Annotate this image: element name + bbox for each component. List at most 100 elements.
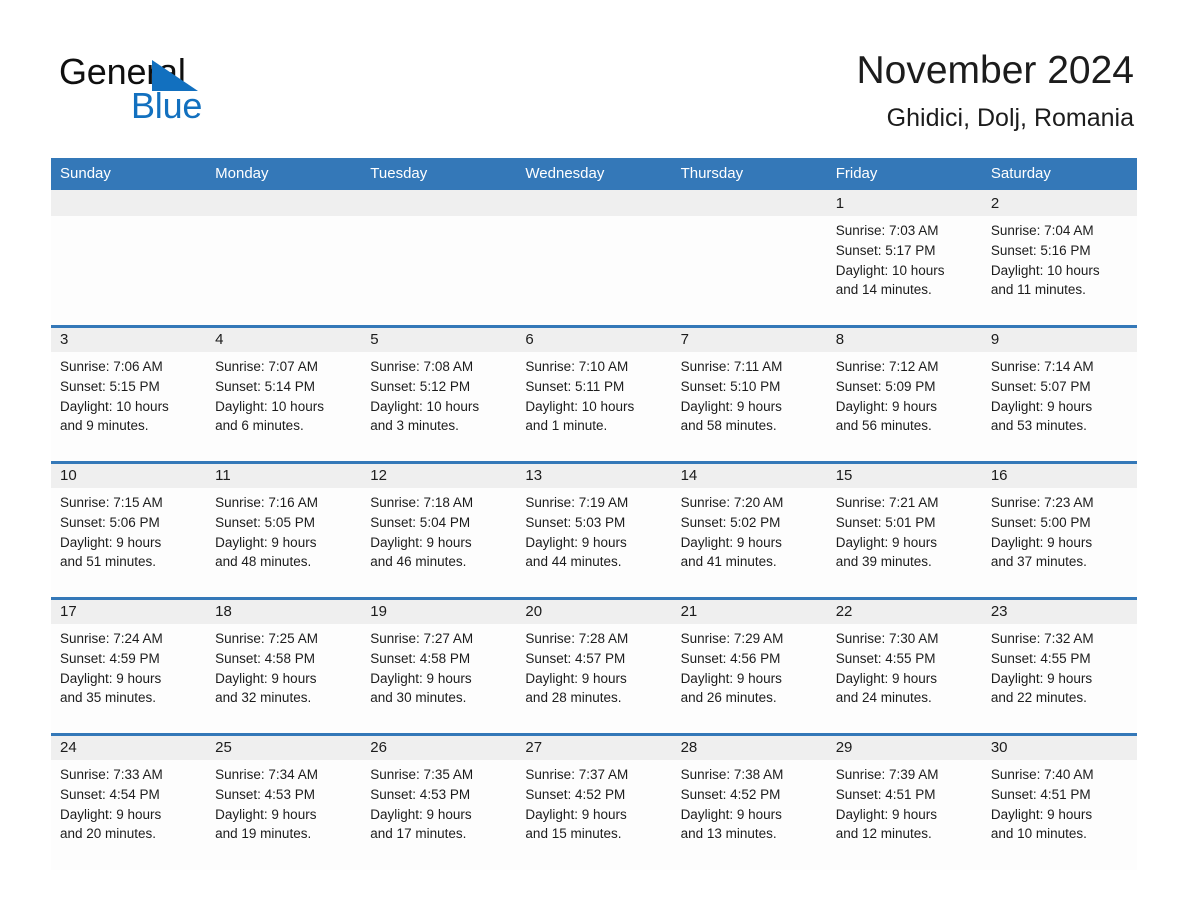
- sunrise-text: Sunrise: 7:04 AM: [990, 223, 1094, 238]
- day-cell[interactable]: Sunrise: 7:19 AM Sunset: 5:03 PM Dayligh…: [516, 488, 672, 598]
- day-number[interactable]: 23: [981, 596, 1137, 624]
- day-cell[interactable]: Sunrise: 7:27 AM Sunset: 4:58 PM Dayligh…: [361, 624, 517, 734]
- day-number[interactable]: 12: [361, 460, 517, 488]
- day-number[interactable]: 30: [981, 732, 1137, 760]
- day-number[interactable]: 2: [981, 190, 1137, 216]
- sunrise-text: Sunrise: 7:25 AM: [215, 631, 318, 646]
- day-number[interactable]: 20: [516, 596, 672, 624]
- day-number[interactable]: 4: [206, 324, 362, 352]
- day-cell[interactable]: [206, 216, 362, 326]
- day-cell[interactable]: Sunrise: 7:38 AM Sunset: 4:52 PM Dayligh…: [671, 760, 827, 870]
- day-cell[interactable]: Sunrise: 7:23 AM Sunset: 5:00 PM Dayligh…: [981, 488, 1137, 598]
- day-cell[interactable]: Sunrise: 7:34 AM Sunset: 4:53 PM Dayligh…: [206, 760, 362, 870]
- day-cell[interactable]: Sunrise: 7:20 AM Sunset: 5:02 PM Dayligh…: [671, 488, 827, 598]
- day-number[interactable]: 16: [981, 460, 1137, 488]
- sunrise-text: Sunrise: 7:32 AM: [990, 631, 1094, 646]
- day-cell[interactable]: Sunrise: 7:12 AM Sunset: 5:09 PM Dayligh…: [826, 352, 982, 462]
- day-cell[interactable]: Sunrise: 7:18 AM Sunset: 5:04 PM Dayligh…: [361, 488, 517, 598]
- sunset-text: Sunset: 5:01 PM: [835, 514, 936, 530]
- day-number[interactable]: 5: [361, 324, 517, 352]
- sunrise-text: Sunrise: 7:10 AM: [525, 359, 629, 374]
- day-cell[interactable]: Sunrise: 7:28 AM Sunset: 4:57 PM Dayligh…: [516, 624, 672, 734]
- daylight-line2: and 15 minutes.: [525, 826, 622, 842]
- day-number[interactable]: 22: [826, 596, 982, 624]
- daylight-line1: Daylight: 9 hours: [990, 398, 1093, 414]
- day-cell[interactable]: Sunrise: 7:21 AM Sunset: 5:01 PM Dayligh…: [826, 488, 982, 598]
- day-number[interactable]: [206, 190, 362, 216]
- day-number[interactable]: 25: [206, 732, 362, 760]
- sunset-text: Sunset: 4:56 PM: [680, 650, 781, 666]
- sunrise-text: Sunrise: 7:33 AM: [60, 767, 163, 782]
- day-number[interactable]: 6: [516, 324, 672, 352]
- weekday-header-saturday: Saturday: [981, 158, 1137, 190]
- day-cell[interactable]: Sunrise: 7:40 AM Sunset: 4:51 PM Dayligh…: [981, 760, 1137, 870]
- day-detail-row: Sunrise: 7:06 AM Sunset: 5:15 PM Dayligh…: [51, 352, 1137, 462]
- day-number-row: 1 2: [51, 190, 1137, 216]
- sunset-text: Sunset: 4:57 PM: [525, 650, 626, 666]
- weekday-header-sunday: Sunday: [51, 158, 207, 190]
- sunset-text: Sunset: 5:09 PM: [835, 378, 936, 394]
- daylight-line2: and 58 minutes.: [680, 418, 777, 434]
- day-number[interactable]: 19: [361, 596, 517, 624]
- day-number[interactable]: [671, 190, 827, 216]
- day-cell[interactable]: Sunrise: 7:07 AM Sunset: 5:14 PM Dayligh…: [206, 352, 362, 462]
- day-cell[interactable]: Sunrise: 7:33 AM Sunset: 4:54 PM Dayligh…: [51, 760, 207, 870]
- day-number[interactable]: 1: [826, 190, 982, 216]
- day-cell[interactable]: Sunrise: 7:14 AM Sunset: 5:07 PM Dayligh…: [981, 352, 1137, 462]
- daylight-line1: Daylight: 9 hours: [370, 534, 472, 550]
- day-number[interactable]: [51, 190, 207, 216]
- day-number[interactable]: 26: [361, 732, 517, 760]
- day-number[interactable]: [361, 190, 517, 216]
- day-cell[interactable]: Sunrise: 7:35 AM Sunset: 4:53 PM Dayligh…: [361, 760, 517, 870]
- daylight-line1: Daylight: 9 hours: [835, 670, 938, 686]
- sunrise-text: Sunrise: 7:16 AM: [215, 495, 318, 510]
- day-cell[interactable]: Sunrise: 7:30 AM Sunset: 4:55 PM Dayligh…: [826, 624, 982, 734]
- day-cell[interactable]: Sunrise: 7:39 AM Sunset: 4:51 PM Dayligh…: [826, 760, 982, 870]
- day-cell[interactable]: Sunrise: 7:32 AM Sunset: 4:55 PM Dayligh…: [981, 624, 1137, 734]
- day-cell[interactable]: Sunrise: 7:06 AM Sunset: 5:15 PM Dayligh…: [51, 352, 207, 462]
- day-cell[interactable]: Sunrise: 7:04 AM Sunset: 5:16 PM Dayligh…: [981, 216, 1137, 326]
- day-number[interactable]: 28: [671, 732, 827, 760]
- daylight-line1: Daylight: 9 hours: [370, 806, 472, 822]
- day-number[interactable]: 17: [51, 596, 207, 624]
- day-number[interactable]: 24: [51, 732, 207, 760]
- weekday-header-tuesday: Tuesday: [361, 158, 517, 190]
- day-cell[interactable]: [361, 216, 517, 326]
- day-number[interactable]: 27: [516, 732, 672, 760]
- day-number[interactable]: 18: [206, 596, 362, 624]
- day-number[interactable]: 15: [826, 460, 982, 488]
- day-number[interactable]: [516, 190, 672, 216]
- day-number[interactable]: 11: [206, 460, 362, 488]
- day-cell[interactable]: Sunrise: 7:11 AM Sunset: 5:10 PM Dayligh…: [671, 352, 827, 462]
- day-cell[interactable]: Sunrise: 7:37 AM Sunset: 4:52 PM Dayligh…: [516, 760, 672, 870]
- sunrise-text: Sunrise: 7:40 AM: [990, 767, 1094, 782]
- day-cell[interactable]: Sunrise: 7:25 AM Sunset: 4:58 PM Dayligh…: [206, 624, 362, 734]
- day-number[interactable]: 10: [51, 460, 207, 488]
- day-cell[interactable]: Sunrise: 7:24 AM Sunset: 4:59 PM Dayligh…: [51, 624, 207, 734]
- day-number[interactable]: 7: [671, 324, 827, 352]
- daylight-line1: Daylight: 9 hours: [680, 398, 782, 414]
- weekday-header-friday: Friday: [826, 158, 982, 190]
- daylight-line2: and 20 minutes.: [60, 826, 157, 842]
- day-cell[interactable]: [516, 216, 672, 326]
- day-number[interactable]: 14: [671, 460, 827, 488]
- day-cell[interactable]: [671, 216, 827, 326]
- daylight-line1: Daylight: 9 hours: [680, 670, 782, 686]
- day-cell[interactable]: Sunrise: 7:15 AM Sunset: 5:06 PM Dayligh…: [51, 488, 207, 598]
- day-cell[interactable]: Sunrise: 7:03 AM Sunset: 5:17 PM Dayligh…: [826, 216, 982, 326]
- day-number[interactable]: 3: [51, 324, 207, 352]
- day-cell[interactable]: Sunrise: 7:10 AM Sunset: 5:11 PM Dayligh…: [516, 352, 672, 462]
- day-number[interactable]: 21: [671, 596, 827, 624]
- day-cell[interactable]: Sunrise: 7:08 AM Sunset: 5:12 PM Dayligh…: [361, 352, 517, 462]
- day-number[interactable]: 9: [981, 324, 1137, 352]
- day-cell[interactable]: Sunrise: 7:29 AM Sunset: 4:56 PM Dayligh…: [671, 624, 827, 734]
- day-number[interactable]: 8: [826, 324, 982, 352]
- day-number[interactable]: 29: [826, 732, 982, 760]
- title-block: November 2024 Ghidici, Dolj, Romania: [857, 47, 1135, 135]
- day-number[interactable]: 13: [516, 460, 672, 488]
- sunrise-text: Sunrise: 7:07 AM: [215, 359, 318, 374]
- daylight-line2: and 3 minutes.: [370, 418, 459, 434]
- brand-logo[interactable]: General Blue: [59, 52, 359, 132]
- day-cell[interactable]: Sunrise: 7:16 AM Sunset: 5:05 PM Dayligh…: [206, 488, 362, 598]
- day-cell[interactable]: [51, 216, 207, 326]
